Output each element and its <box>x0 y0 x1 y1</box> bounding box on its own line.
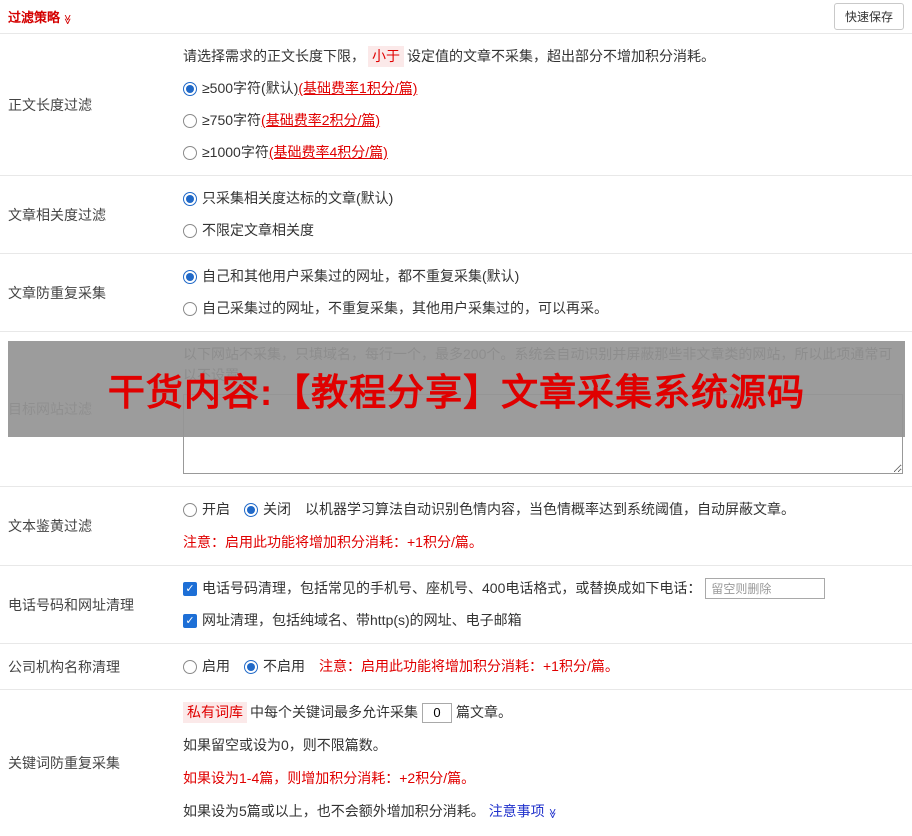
filter-settings-page: 过滤策略 ≫ 快速保存 正文长度过滤 请选择需求的正文长度下限， 小于 设定值的文… <box>0 0 912 836</box>
url-clean-label: 网址清理，包括纯域名、带http(s)的网址、电子邮箱 <box>202 612 522 628</box>
row-porn-filter: 文本鉴黄过滤 开启 关闭 以机器学习算法自动识别色情内容，当色情概率达到系统阈值… <box>0 487 912 566</box>
page-title[interactable]: 过滤策略 ≫ <box>8 7 73 26</box>
private-lexicon-highlight: 私有词库 <box>183 702 247 723</box>
quick-save-button[interactable]: 快速保存 <box>833 3 904 30</box>
row-label: 文本鉴黄过滤 <box>8 518 92 534</box>
keyword-limit-text: 中每个关键词最多允许采集 <box>250 704 418 720</box>
radio-button[interactable] <box>244 502 258 517</box>
length-intro-highlight: 小于 <box>368 46 404 67</box>
radio-button[interactable] <box>183 502 197 517</box>
watermark-text: 干货内容:【教程分享】文章采集系统源码 <box>107 372 806 413</box>
radio-button[interactable] <box>183 659 197 674</box>
relevance-option-strict[interactable]: 只采集相关度达标的文章(默认) <box>183 188 904 209</box>
porn-cost-note: 注意：启用此功能将增加积分消耗：+1积分/篇。 <box>183 534 483 550</box>
option-label: 自己和其他用户采集过的网址，都不重复采集(默认) <box>202 268 520 284</box>
row-content: 开启 关闭 以机器学习算法自动识别色情内容，当色情概率达到系统阈值，自动屏蔽文章… <box>175 487 912 565</box>
length-intro: 请选择需求的正文长度下限， 小于 设定值的文章不采集，超出部分不增加积分消耗。 <box>183 46 904 67</box>
row-content: 请选择需求的正文长度下限， 小于 设定值的文章不采集，超出部分不增加积分消耗。 … <box>175 34 912 175</box>
phone-clean-line: 电话号码清理，包括常见的手机号、座机号、400电话格式，或替换成如下电话： <box>183 578 904 599</box>
header-bar: 过滤策略 ≫ 快速保存 <box>0 0 912 34</box>
company-options-line: 启用 不启用 注意：启用此功能将增加积分消耗：+1积分/篇。 <box>183 656 904 677</box>
phone-clean-label: 电话号码清理，包括常见的手机号、座机号、400电话格式，或替换成如下电话： <box>202 580 702 596</box>
keyword-limit-line: 私有词库 中每个关键词最多允许采集 篇文章。 <box>183 702 904 723</box>
row-content: 启用 不启用 注意：启用此功能将增加积分消耗：+1积分/篇。 <box>175 644 912 689</box>
row-content: 只采集相关度达标的文章(默认) 不限定文章相关度 <box>175 176 912 253</box>
replacement-phone-input[interactable] <box>705 578 826 599</box>
chevron-down-icon: ≫ <box>546 808 558 819</box>
porn-on-label[interactable]: 开启 <box>202 499 230 520</box>
company-enable-label[interactable]: 启用 <box>202 656 230 677</box>
row-content: 自己和其他用户采集过的网址，都不重复采集(默认) 自己采集过的网址，不重复采集，… <box>175 254 912 331</box>
radio-button[interactable] <box>183 145 197 160</box>
length-option-750[interactable]: ≥750字符 (基础费率2积分/篇) <box>183 110 904 131</box>
length-intro-post: 设定值的文章不采集，超出部分不增加积分消耗。 <box>407 48 715 64</box>
row-relevance-filter: 文章相关度过滤 只采集相关度达标的文章(默认) 不限定文章相关度 <box>0 176 912 254</box>
dedupe-option-global[interactable]: 自己和其他用户采集过的网址，都不重复采集(默认) <box>183 266 904 287</box>
checkbox-checked[interactable] <box>183 613 197 628</box>
radio-button[interactable] <box>183 81 197 96</box>
keyword-limit-suffix: 篇文章。 <box>456 704 512 720</box>
row-label: 正文长度过滤 <box>8 96 92 113</box>
option-label: ≥500字符(默认) <box>202 80 299 96</box>
keyword-note-five: 如果设为5篇或以上，也不会额外增加积分消耗。 注意事项 ≫ <box>183 801 904 824</box>
option-label: 不限定文章相关度 <box>202 222 314 238</box>
keyword-note-zero: 如果留空或设为0，则不限篇数。 <box>183 737 387 753</box>
option-cost-note: (基础费率1积分/篇) <box>298 80 418 96</box>
row-keyword-dedupe: 关键词防重复采集 私有词库 中每个关键词最多允许采集 篇文章。 如果留空或设为0… <box>0 690 912 836</box>
dedupe-option-own[interactable]: 自己采集过的网址，不重复采集，其他用户采集过的，可以再采。 <box>183 298 904 319</box>
notes-link[interactable]: 注意事项 ≫ <box>488 803 558 819</box>
porn-options-line: 开启 关闭 以机器学习算法自动识别色情内容，当色情概率达到系统阈值，自动屏蔽文章… <box>183 499 904 520</box>
row-content: 电话号码清理，包括常见的手机号、座机号、400电话格式，或替换成如下电话： 网址… <box>175 566 912 643</box>
row-length-filter: 正文长度过滤 请选择需求的正文长度下限， 小于 设定值的文章不采集，超出部分不增… <box>0 34 912 176</box>
option-label: 自己采集过的网址，不重复采集，其他用户采集过的，可以再采。 <box>202 300 608 316</box>
radio-button[interactable] <box>183 223 197 238</box>
row-dedupe: 文章防重复采集 自己和其他用户采集过的网址，都不重复采集(默认) 自己采集过的网… <box>0 254 912 332</box>
length-option-500[interactable]: ≥500字符(默认) (基础费率1积分/篇) <box>183 78 904 99</box>
length-option-1000[interactable]: ≥1000字符 (基础费率4积分/篇) <box>183 142 904 163</box>
radio-button[interactable] <box>183 301 197 316</box>
row-label: 文章防重复采集 <box>8 284 106 301</box>
chevron-down-icon: ≫ <box>61 14 73 25</box>
option-label: ≥1000字符 <box>202 144 269 160</box>
length-intro-pre: 请选择需求的正文长度下限， <box>183 48 365 64</box>
radio-button[interactable] <box>244 659 258 674</box>
company-disable-label[interactable]: 不启用 <box>263 656 305 677</box>
radio-button[interactable] <box>183 191 197 206</box>
radio-button[interactable] <box>183 113 197 128</box>
row-label: 关键词防重复采集 <box>8 755 120 771</box>
option-cost-note: (基础费率2积分/篇) <box>261 112 381 128</box>
keyword-note-cost: 如果设为1-4篇，则增加积分消耗：+2积分/篇。 <box>183 770 476 786</box>
option-label: ≥750字符 <box>202 112 262 128</box>
option-cost-note: (基础费率4积分/篇) <box>268 144 388 160</box>
row-company-clean: 公司机构名称清理 启用 不启用 注意：启用此功能将增加积分消耗：+1积分/篇。 <box>0 644 912 690</box>
keyword-note-five-text: 如果设为5篇或以上，也不会额外增加积分消耗。 <box>183 803 485 819</box>
page-title-text: 过滤策略 <box>8 10 61 25</box>
row-phone-url-clean: 电话号码和网址清理 电话号码清理，包括常见的手机号、座机号、400电话格式，或替… <box>0 566 912 644</box>
watermark-banner: 干货内容:【教程分享】文章采集系统源码 <box>8 341 905 437</box>
porn-off-label[interactable]: 关闭 <box>263 499 291 520</box>
row-content: 私有词库 中每个关键词最多允许采集 篇文章。 如果留空或设为0，则不限篇数。 如… <box>175 690 912 836</box>
notes-link-text: 注意事项 <box>488 803 545 819</box>
radio-button[interactable] <box>183 269 197 284</box>
checkbox-checked[interactable] <box>183 581 197 596</box>
row-label: 电话号码和网址清理 <box>8 596 134 613</box>
row-label: 文章相关度过滤 <box>8 206 106 223</box>
relevance-option-any[interactable]: 不限定文章相关度 <box>183 220 904 241</box>
row-label: 公司机构名称清理 <box>8 658 120 675</box>
option-label: 只采集相关度达标的文章(默认) <box>202 190 394 206</box>
company-cost-note: 注意：启用此功能将增加积分消耗：+1积分/篇。 <box>319 658 619 674</box>
porn-description: 以机器学习算法自动识别色情内容，当色情概率达到系统阈值，自动屏蔽文章。 <box>305 501 795 517</box>
url-clean-line: 网址清理，包括纯域名、带http(s)的网址、电子邮箱 <box>183 610 904 631</box>
keyword-limit-input[interactable] <box>422 702 452 723</box>
